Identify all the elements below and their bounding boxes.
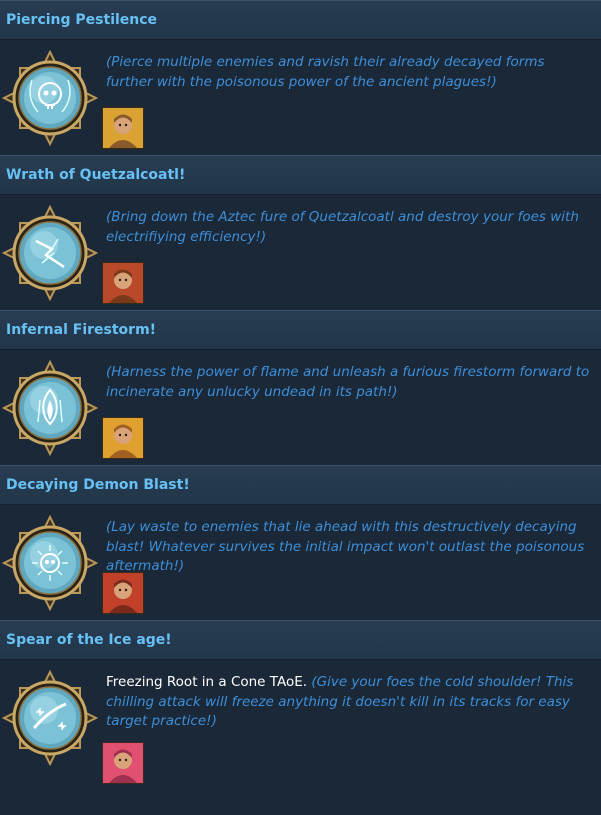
cowboy-portrait[interactable] (102, 262, 144, 304)
lightning-icon (2, 205, 98, 301)
grinning-man-portrait[interactable] (102, 417, 144, 459)
ability-title: Piercing Pestilence (0, 0, 601, 40)
ability-list: Piercing Pestilence (Pierce multiple ene… (0, 0, 601, 795)
ability-item: Spear of the Ice age! Freezing Root in a… (0, 620, 601, 795)
ability-item: Infernal Firestorm! (Harness the power o… (0, 310, 601, 465)
ability-description: Freezing Root in a Cone TAoE. (Give your… (106, 673, 594, 732)
ability-item: Wrath of Quetzalcoatl! (Bring down the A… (0, 155, 601, 310)
mustached-man-portrait[interactable] (102, 107, 144, 149)
bearded-man-portrait[interactable] (102, 572, 144, 614)
ability-body: (Harness the power of flame and unleash … (0, 350, 601, 465)
ability-body: (Lay waste to enemies that lie ahead wit… (0, 505, 601, 620)
ability-effect: Freezing Root in a Cone TAoE. (106, 674, 312, 690)
ability-description: (Bring down the Aztec fure of Quetzalcoa… (106, 208, 594, 247)
ability-title: Infernal Firestorm! (0, 310, 601, 350)
ability-description: (Lay waste to enemies that lie ahead wit… (106, 518, 594, 577)
ability-flavor-text: (Bring down the Aztec fure of Quetzalcoa… (106, 209, 579, 245)
ability-description: (Harness the power of flame and unleash … (106, 363, 594, 402)
ability-body: (Bring down the Aztec fure of Quetzalcoa… (0, 195, 601, 310)
ability-body: (Pierce multiple enemies and ravish thei… (0, 40, 601, 155)
skull-burst-icon (2, 515, 98, 611)
ability-body: Freezing Root in a Cone TAoE. (Give your… (0, 660, 601, 795)
ability-title: Wrath of Quetzalcoatl! (0, 155, 601, 195)
woman-portrait[interactable] (102, 742, 144, 784)
ability-title: Decaying Demon Blast! (0, 465, 601, 505)
flame-icon (2, 360, 98, 456)
ability-flavor-text: (Lay waste to enemies that lie ahead wit… (106, 519, 585, 574)
ability-flavor-text: (Pierce multiple enemies and ravish thei… (106, 54, 545, 90)
ability-description: (Pierce multiple enemies and ravish thei… (106, 53, 594, 92)
ability-flavor-text: (Harness the power of flame and unleash … (106, 364, 590, 400)
ability-item: Piercing Pestilence (Pierce multiple ene… (0, 0, 601, 155)
skull-icon (2, 50, 98, 146)
ability-title: Spear of the Ice age! (0, 620, 601, 660)
ice-comet-icon (2, 670, 98, 766)
ability-item: Decaying Demon Blast! (Lay waste to enem… (0, 465, 601, 620)
